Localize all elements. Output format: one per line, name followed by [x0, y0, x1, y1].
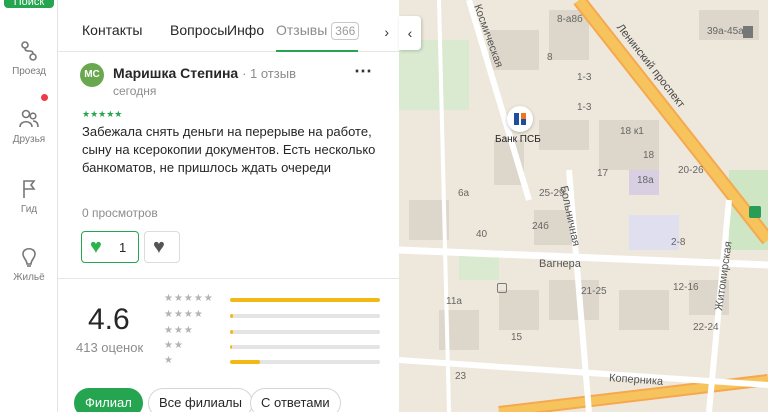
rail-item-housing[interactable]: Жильё	[0, 244, 58, 283]
tab-bar: Контакты Вопросы Инфо Отзывы 366 ›	[58, 14, 399, 52]
review-views: 0 просмотров	[82, 206, 158, 220]
rail-item-route[interactable]: Проезд	[0, 40, 58, 77]
review-filters: Филиал Все филиалы С ответами	[74, 388, 394, 412]
map[interactable]: Космическая Ленинский проспект Больнична…	[399, 0, 768, 412]
rating-count: 413 оценок	[76, 340, 144, 355]
review-text: Забежала снять деньги на перерыве на раб…	[82, 124, 376, 175]
building-icon	[497, 283, 507, 293]
search-rail-button[interactable]: Поиск	[4, 0, 54, 8]
left-rail: Поиск Проезд Друзья Гид Жильё	[0, 0, 58, 412]
house-number: 8-а8б	[557, 14, 583, 25]
rail-label: Гид	[20, 204, 38, 215]
flag-icon	[23, 180, 36, 198]
rating-distribution-row: ★★★★	[164, 309, 384, 321]
filter-with-replies-chip[interactable]: С ответами	[250, 388, 341, 412]
rail-item-guide[interactable]: Гид	[0, 178, 58, 215]
house-number: 1-3	[577, 102, 592, 113]
rail-item-friends[interactable]: Друзья	[0, 108, 58, 145]
divider	[58, 278, 399, 279]
avatar[interactable]: МС	[80, 63, 104, 87]
house-number: 40	[476, 229, 488, 240]
distribution-bar-fill	[230, 298, 380, 302]
distribution-bar-fill	[230, 345, 233, 349]
rail-label: Проезд	[12, 66, 46, 77]
poi-label: Банк ПСБ	[495, 134, 541, 145]
map-canvas[interactable]	[399, 0, 768, 412]
distribution-bar-fill	[230, 360, 260, 364]
rating-value: 4.6	[88, 303, 130, 336]
filter-branch-chip[interactable]: Филиал	[74, 388, 143, 412]
rating-distribution-row: ★★★★★	[164, 293, 384, 305]
distribution-bar	[230, 298, 380, 302]
distribution-stars: ★	[164, 355, 174, 366]
house-number: 39а-45а	[707, 26, 744, 37]
house-number: 20-26	[678, 165, 704, 176]
house-number: 21-25	[581, 286, 607, 297]
dislike-button[interactable]: ♥	[144, 231, 180, 263]
distribution-bar	[230, 330, 380, 334]
house-number: 18	[643, 150, 655, 161]
active-tab-indicator	[276, 50, 358, 52]
distribution-stars: ★★★	[164, 325, 194, 336]
tram-stop-icon	[749, 206, 761, 218]
house-icon	[22, 247, 36, 267]
review-card: МС Маришка Степина · 1 отзыв сегодня ⋯ ★…	[58, 53, 399, 278]
distribution-bar	[230, 345, 380, 349]
notification-dot	[41, 94, 48, 101]
tab-info[interactable]: Инфо	[227, 22, 264, 38]
rating-distribution-row: ★★	[164, 340, 384, 352]
church-icon	[743, 26, 753, 38]
house-number: 2-8	[671, 237, 686, 248]
house-number: 1-3	[577, 72, 592, 83]
bank-logo-icon	[514, 113, 526, 125]
like-button[interactable]: ♥ 1	[81, 231, 139, 263]
heart-icon: ♥	[153, 236, 165, 258]
house-number: 25-29	[539, 188, 565, 199]
route-icon	[21, 41, 37, 61]
house-number: 6а	[458, 188, 470, 199]
tab-reviews[interactable]: Отзывы 366	[276, 22, 360, 40]
rating-distribution-row: ★★★	[164, 325, 384, 337]
distribution-stars: ★★★★	[164, 309, 204, 320]
heart-filled-icon: ♥	[90, 236, 102, 258]
distribution-stars: ★★★★★	[164, 293, 214, 304]
distribution-bar	[230, 314, 380, 318]
distribution-bar-fill	[230, 314, 233, 318]
house-number: 23	[455, 371, 467, 382]
tab-reviews-label: Отзывы	[276, 22, 328, 38]
org-panel: Контакты Вопросы Инфо Отзывы 366 › МС Мар…	[58, 0, 399, 412]
review-author[interactable]: Маришка Степина · 1 отзыв	[113, 65, 296, 81]
distribution-bar-fill	[230, 330, 233, 334]
tab-questions[interactable]: Вопросы	[170, 22, 227, 38]
review-date: сегодня	[113, 84, 157, 98]
review-stars: ★★★★★	[82, 109, 123, 119]
distribution-stars: ★★	[164, 340, 184, 351]
filter-all-branches-chip[interactable]: Все филиалы	[148, 388, 253, 412]
author-review-count: · 1 отзыв	[242, 66, 296, 81]
collapse-panel-button[interactable]: ‹	[399, 16, 421, 50]
more-options-icon[interactable]: ⋯	[354, 61, 373, 82]
house-number: 8	[547, 52, 553, 63]
house-number: 15	[511, 332, 523, 343]
tab-contacts[interactable]: Контакты	[82, 22, 142, 38]
friends-icon	[19, 109, 39, 128]
reviews-count-badge: 366	[331, 22, 360, 40]
tabs-scroll-right-icon[interactable]: ›	[384, 24, 389, 40]
rail-label: Друзья	[12, 134, 46, 145]
rail-label: Жильё	[13, 272, 45, 283]
house-number: 17	[597, 168, 609, 179]
house-number: 18а	[637, 175, 654, 186]
distribution-bar	[230, 360, 380, 364]
house-number: 24б	[532, 221, 549, 232]
poi-bank-marker[interactable]	[507, 106, 533, 132]
house-number: 11а	[446, 296, 462, 307]
rating-distribution-row: ★	[164, 355, 384, 367]
like-count: 1	[119, 240, 127, 255]
house-number: 12-16	[673, 282, 699, 293]
house-number: 22-24	[693, 322, 719, 333]
house-number: 18 к1	[620, 126, 644, 137]
author-name: Маришка Степина	[113, 65, 239, 81]
street-label: Вагнера	[539, 258, 581, 270]
